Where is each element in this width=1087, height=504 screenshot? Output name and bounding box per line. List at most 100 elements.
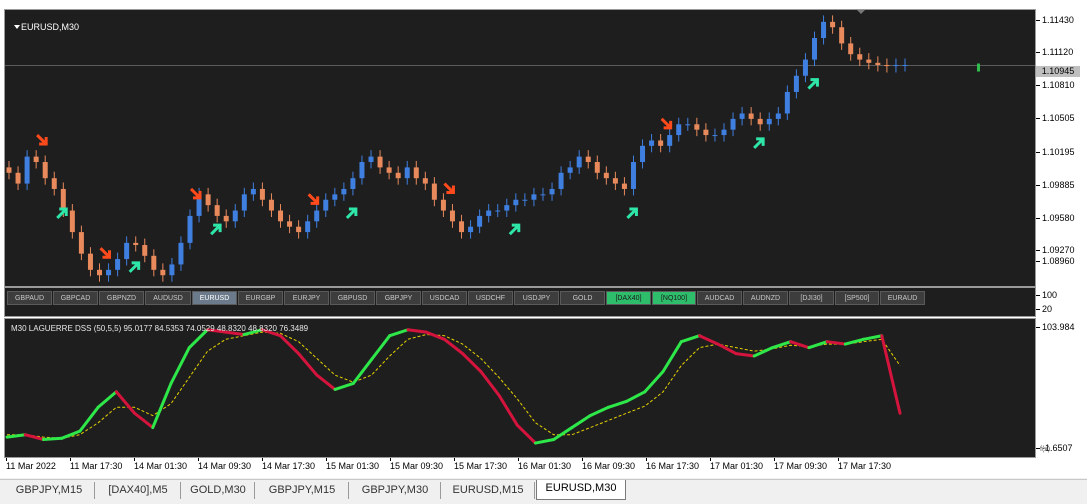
laguerre-segment (570, 414, 592, 430)
symbol-button[interactable]: USDJPY (514, 291, 559, 305)
candle-body (449, 210, 455, 222)
symbol-button[interactable]: [DAX40] (606, 291, 651, 305)
indicator-panel[interactable]: M30 LAGUERRE DSS (50,5,5) 95.0177 84.535… (4, 318, 1036, 458)
indicator-svg (5, 328, 902, 445)
symbol-button-bar: GBPAUD GBPCAD GBPNZD AUDUSD EURUSD EURGBP EURJ… (4, 287, 1036, 317)
symbol-button[interactable]: EURAUD (880, 291, 925, 305)
symbol-button[interactable]: [SP500] (835, 291, 879, 305)
buy-arrow-icon (753, 137, 765, 149)
candle-body (612, 178, 618, 184)
laguerre-segment (789, 340, 811, 350)
laguerre-segment (133, 411, 155, 430)
candle-body (477, 215, 483, 227)
candle-body (558, 172, 564, 189)
laguerre-segment (297, 352, 319, 377)
symbol-button[interactable]: AUDNZD (743, 291, 788, 305)
symbol-button[interactable]: GBPJPY (376, 291, 421, 305)
laguerre-segment (369, 334, 392, 362)
candle-body (223, 215, 229, 222)
candle-body (513, 199, 519, 206)
laguerre-segment (515, 423, 538, 445)
chart-tab[interactable]: GBPJPY,M30 (350, 482, 441, 499)
candle-body (793, 75, 799, 92)
candle-body (368, 156, 374, 163)
fx-icon[interactable]: f(x) (1040, 446, 1050, 453)
candle-body (42, 162, 48, 179)
buy-arrow-icon (210, 223, 222, 236)
candle-body (33, 156, 39, 163)
dropdown-triangle-icon[interactable] (14, 25, 20, 29)
symbol-button[interactable]: GBPNZD (99, 291, 144, 305)
candle-body (766, 118, 772, 125)
laguerre-segment (114, 390, 137, 415)
candle-body (133, 242, 139, 246)
chart-tab[interactable]: EURUSD,M30 (536, 480, 626, 500)
symbol-button[interactable]: GBPUSD (330, 291, 375, 305)
chart-tab[interactable]: GBPJPY,M15 (4, 482, 95, 499)
chart-window: EURUSD,M30 1.11430 1.11120 1.10810 1.105… (0, 0, 1087, 478)
candle-body (594, 162, 600, 173)
laguerre-segment (41, 436, 64, 441)
candle-body (187, 215, 193, 243)
symbol-button[interactable]: [NQ100] (652, 291, 696, 305)
chart-tab[interactable]: EURUSD,M15 (442, 482, 535, 499)
price-tick: 1.10195 (1036, 147, 1075, 157)
chart-tab[interactable]: GOLD,M30 (182, 482, 255, 499)
chart-tab-bar: GBPJPY,M15 [DAX40],M5 GOLD,M30 GBPJPY,M15 GB… (0, 479, 1087, 504)
price-tick: 1.11430 (1036, 15, 1074, 25)
candle-body (658, 140, 664, 146)
price-chart-svg (5, 10, 1035, 282)
price-marker (977, 63, 980, 72)
laguerre-segment (388, 328, 410, 338)
candle-body (314, 210, 320, 222)
sell-arrow-icon (99, 247, 112, 259)
chart-tab[interactable]: GBPJPY,M15 (256, 482, 349, 499)
laguerre-segment (351, 358, 373, 385)
candle-body (703, 129, 709, 136)
time-label: 15 Mar 17:30 (454, 458, 508, 471)
laguerre-segment (734, 352, 756, 358)
laguerre-segment (497, 393, 519, 427)
current-price-label: 1.10945 (1036, 66, 1080, 77)
symbol-button[interactable]: EURJPY (284, 291, 329, 305)
symbol-button[interactable]: USDCHF (468, 291, 513, 305)
candle-body (893, 64, 899, 67)
indicator-axis-top: 103.984 (1036, 322, 1075, 332)
buy-arrow-icon (807, 78, 819, 90)
candle-body (567, 167, 573, 173)
chart-tab[interactable]: [DAX40],M5 (96, 482, 181, 499)
symbol-button[interactable]: AUDCAD (697, 291, 742, 305)
symbol-button[interactable]: AUDUSD (145, 291, 191, 305)
candle-body (839, 27, 845, 44)
candle-body (259, 188, 265, 200)
candle-body (531, 194, 537, 200)
candle-body (178, 242, 184, 265)
candle-body (341, 188, 347, 195)
sell-arrow-icon (443, 182, 455, 195)
candle-body (775, 113, 781, 119)
laguerre-segment (880, 334, 902, 415)
candle-body (87, 253, 93, 270)
candle-body (205, 194, 211, 206)
price-chart-area[interactable]: EURUSD,M30 (4, 9, 1036, 287)
candle-body (287, 221, 293, 227)
price-axis: 1.11430 1.11120 1.10810 1.10505 1.10195 … (1035, 9, 1087, 287)
laguerre-segment (278, 334, 301, 356)
candle-body (296, 226, 302, 233)
symbol-button[interactable]: EURUSD (192, 291, 237, 305)
laguerre-segment (606, 399, 629, 409)
symbol-button[interactable]: USDCAD (422, 291, 467, 305)
symbol-button[interactable]: GBPCAD (53, 291, 98, 305)
candle-body (757, 118, 763, 125)
candle-body (495, 210, 501, 212)
laguerre-segment (479, 369, 501, 397)
candle-body (486, 210, 492, 216)
candle-body (549, 188, 555, 195)
laguerre-segment (442, 337, 465, 356)
symbol-button[interactable]: [DJI30] (789, 291, 834, 305)
symbol-button[interactable]: EURGBP (238, 291, 283, 305)
symbol-button[interactable]: GBPAUD (7, 291, 52, 305)
symbol-button[interactable]: GOLD (560, 291, 605, 305)
candle-body (6, 167, 12, 173)
laguerre-segment (752, 346, 774, 358)
